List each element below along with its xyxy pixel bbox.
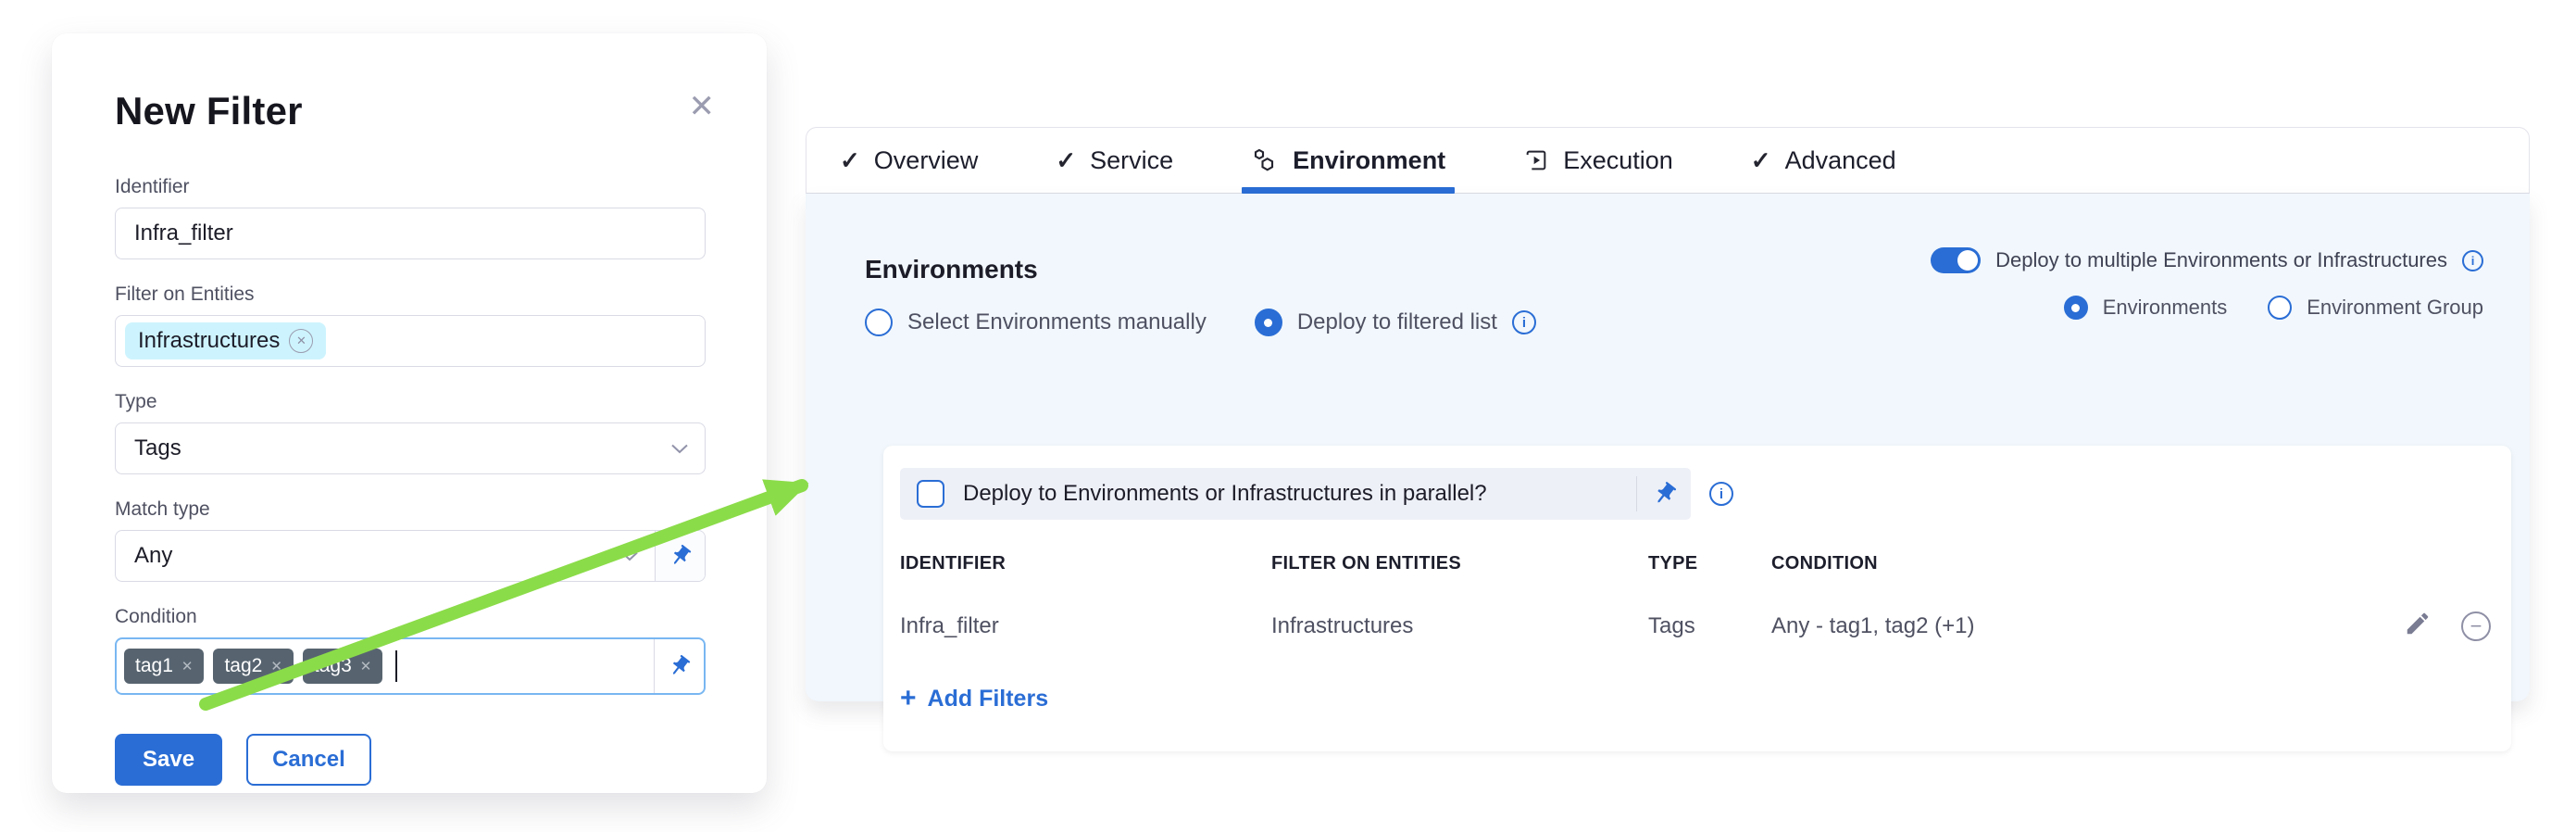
filters-table-header: IDENTIFIER FILTER ON ENTITIES TYPE CONDI… xyxy=(900,553,2491,574)
type-value: Tags xyxy=(134,435,671,461)
filters-card: Deploy to Environments or Infrastructure… xyxy=(883,446,2511,751)
tab-overview[interactable]: ✓ Overview xyxy=(840,128,978,193)
check-icon: ✓ xyxy=(840,146,860,175)
page: ✓ Overview ✓ Service Environment xyxy=(0,0,2576,832)
radio-label: Select Environments manually xyxy=(907,309,1207,335)
tag-chip: tag2 ✕ xyxy=(213,649,293,684)
tag-label: tag1 xyxy=(135,655,173,677)
radio-environment-group[interactable]: Environment Group xyxy=(2268,296,2483,320)
match-type-value: Any xyxy=(134,543,621,569)
identifier-value: Infra_filter xyxy=(134,221,233,246)
tab-execution[interactable]: Execution xyxy=(1523,128,1673,193)
tab-advanced[interactable]: ✓ Advanced xyxy=(1751,128,1896,193)
edit-filter-button[interactable] xyxy=(2365,610,2432,642)
radio-icon[interactable] xyxy=(2064,296,2088,320)
chip-label: Infrastructures xyxy=(138,328,280,354)
tab-service[interactable]: ✓ Service xyxy=(1056,128,1173,193)
tab-label: Environment xyxy=(1293,146,1445,175)
radio-icon[interactable] xyxy=(865,309,893,336)
deploy-parallel-label: Deploy to Environments or Infrastructure… xyxy=(963,481,1487,507)
add-filters-label: Add Filters xyxy=(928,686,1049,712)
radio-environments[interactable]: Environments xyxy=(2064,296,2228,320)
tab-label: Service xyxy=(1090,146,1173,175)
tag-remove-icon[interactable]: ✕ xyxy=(360,658,372,674)
cancel-button[interactable]: Cancel xyxy=(246,734,371,786)
radio-icon[interactable] xyxy=(2268,296,2292,320)
add-filters-button[interactable]: + Add Filters xyxy=(900,685,2491,712)
deploy-parallel-checkbox[interactable] xyxy=(917,480,944,508)
identifier-input[interactable]: Infra_filter xyxy=(115,208,706,259)
entities-label: Filter on Entities xyxy=(115,284,706,306)
radio-label: Deploy to filtered list xyxy=(1297,309,1497,335)
filter-table-row: Infra_filter Infrastructures Tags Any - … xyxy=(900,610,2491,642)
type-select[interactable]: Tags xyxy=(115,422,706,474)
match-type-label: Match type xyxy=(115,498,706,521)
modal-title: New Filter xyxy=(115,89,706,133)
column-header-identifier: IDENTIFIER xyxy=(900,553,1271,574)
identifier-label: Identifier xyxy=(115,176,706,198)
pin-toggle[interactable] xyxy=(655,531,705,581)
remove-filter-button[interactable]: − xyxy=(2432,611,2491,641)
toggle-label: Deploy to multiple Environments or Infra… xyxy=(1995,248,2447,272)
row-identifier: Infra_filter xyxy=(900,613,1271,639)
tag-chip: tag1 ✕ xyxy=(124,649,204,684)
row-condition: Any - tag1, tag2 (+1) xyxy=(1771,613,2365,639)
chip-remove-icon[interactable]: ✕ xyxy=(289,329,313,353)
pin-icon[interactable] xyxy=(1652,481,1678,507)
radio-label: Environment Group xyxy=(2307,296,2483,320)
tag-label: tag3 xyxy=(314,655,352,677)
row-type: Tags xyxy=(1648,613,1771,639)
chevron-down-icon xyxy=(671,444,688,454)
check-icon: ✓ xyxy=(1751,146,1771,175)
radio-label: Environments xyxy=(2103,296,2228,320)
radio-icon[interactable] xyxy=(1255,309,1282,336)
condition-label: Condition xyxy=(115,606,706,628)
info-icon[interactable]: i xyxy=(1512,310,1536,334)
tag-remove-icon[interactable]: ✕ xyxy=(270,658,282,674)
info-icon[interactable]: i xyxy=(1709,482,1733,506)
row-entities: Infrastructures xyxy=(1271,613,1648,639)
match-type-select[interactable]: Any xyxy=(115,530,706,582)
environment-tab-content: Environments Select Environments manuall… xyxy=(806,194,2530,701)
minus-circle-icon: − xyxy=(2461,611,2491,641)
deploy-parallel-bar: Deploy to Environments or Infrastructure… xyxy=(900,468,1691,520)
execution-play-icon xyxy=(1523,147,1549,173)
divider xyxy=(1636,476,1637,511)
tag-chip: tag3 ✕ xyxy=(303,649,382,684)
entities-input[interactable]: Infrastructures ✕ xyxy=(115,315,706,367)
toggle-knob xyxy=(1957,250,1978,271)
column-header-entities: FILTER ON ENTITIES xyxy=(1271,553,1648,574)
column-header-type: TYPE xyxy=(1648,553,1771,574)
column-header-condition: CONDITION xyxy=(1771,553,2365,574)
tab-label: Execution xyxy=(1563,146,1673,175)
tab-label: Overview xyxy=(874,146,979,175)
info-icon[interactable]: i xyxy=(2462,250,2483,271)
text-cursor xyxy=(395,650,397,682)
close-icon[interactable]: ✕ xyxy=(689,91,716,122)
tab-label: Advanced xyxy=(1785,146,1896,175)
radio-select-environments-manually[interactable]: Select Environments manually xyxy=(865,309,1207,336)
multi-environment-controls: Deploy to multiple Environments or Infra… xyxy=(1931,247,2483,320)
pipeline-stage-panel: ✓ Overview ✓ Service Environment xyxy=(806,127,2530,701)
deploy-multiple-toggle[interactable] xyxy=(1931,247,1981,273)
plus-icon: + xyxy=(900,685,917,712)
radio-deploy-to-filtered-list[interactable]: Deploy to filtered list i xyxy=(1255,309,1536,336)
entities-chip: Infrastructures ✕ xyxy=(125,322,326,359)
new-filter-modal: ✕ New Filter Identifier Infra_filter Fil… xyxy=(52,33,767,793)
save-button[interactable]: Save xyxy=(115,734,222,786)
pin-toggle[interactable] xyxy=(654,639,704,693)
condition-tags-input[interactable]: tag1 ✕ tag2 ✕ tag3 ✕ xyxy=(115,637,706,695)
tag-remove-icon[interactable]: ✕ xyxy=(181,658,194,674)
stage-tabbar: ✓ Overview ✓ Service Environment xyxy=(806,127,2530,194)
environment-hexagons-icon xyxy=(1251,146,1279,174)
chevron-down-icon xyxy=(621,551,638,561)
type-label: Type xyxy=(115,391,706,413)
check-icon: ✓ xyxy=(1056,146,1076,175)
pencil-icon xyxy=(2404,610,2432,642)
tag-label: tag2 xyxy=(224,655,262,677)
tab-environment[interactable]: Environment xyxy=(1251,128,1445,193)
